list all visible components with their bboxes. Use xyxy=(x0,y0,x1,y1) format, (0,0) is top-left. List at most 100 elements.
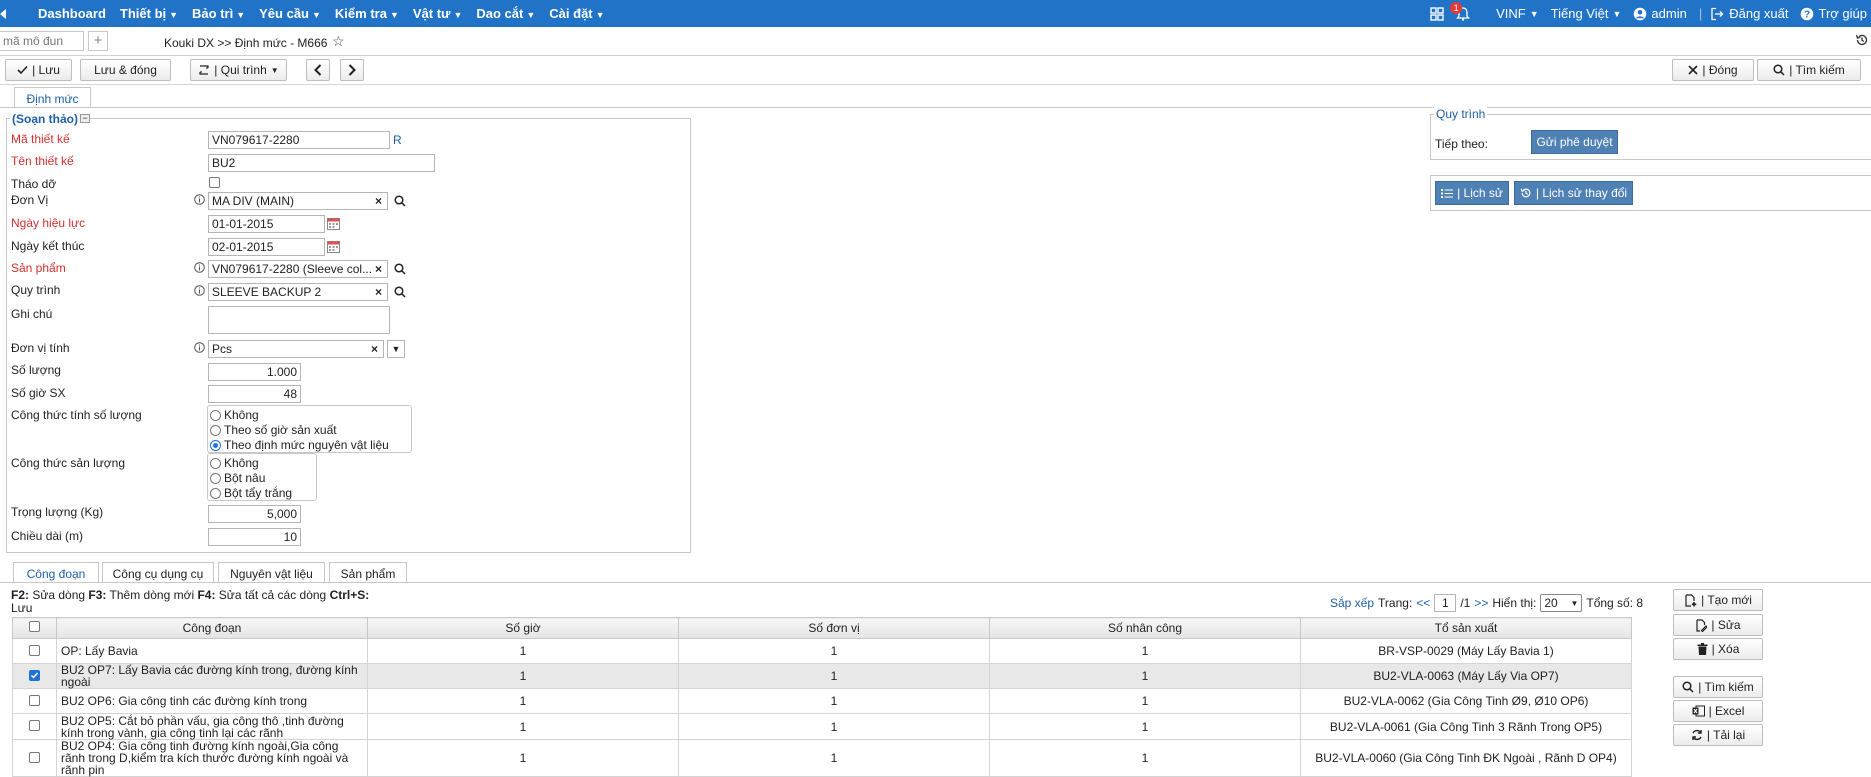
home-icon[interactable] xyxy=(0,0,8,27)
trong-luong-input[interactable]: 5,000 xyxy=(208,505,301,523)
clear-icon[interactable]: × xyxy=(371,342,378,356)
recent-history-icon[interactable] xyxy=(1855,33,1869,47)
logout-link[interactable]: Đăng xuất xyxy=(1710,6,1788,21)
dropdown-toggle-icon[interactable]: ▼ xyxy=(387,340,405,358)
save-button[interactable]: | Lưu xyxy=(5,59,72,81)
radio-button[interactable] xyxy=(210,472,221,484)
clear-icon[interactable]: × xyxy=(375,285,382,299)
table-row[interactable]: BU2 OP5: Cắt bỏ phần vấu, gia công thô ,… xyxy=(12,713,1632,740)
radio-button[interactable] xyxy=(210,409,221,421)
clear-icon[interactable]: × xyxy=(375,194,382,208)
search-button[interactable]: | Tìm kiếm xyxy=(1757,59,1861,81)
thao-do-checkbox[interactable] xyxy=(209,177,220,188)
column-header-to-san-xuat[interactable]: Tổ sản xuất xyxy=(1300,617,1632,639)
help-link[interactable]: ? Trợ giúp xyxy=(1800,6,1867,21)
ghi-chu-textarea[interactable] xyxy=(208,306,390,334)
nav-vat-tu[interactable]: Vật tư ▼ xyxy=(413,6,463,21)
prev-page-link[interactable]: << xyxy=(1416,596,1430,610)
change-history-button[interactable]: | Lịch sử thay đổi xyxy=(1514,181,1633,205)
next-page-link[interactable]: >> xyxy=(1474,596,1488,610)
favorite-star-icon[interactable]: ☆ xyxy=(332,33,345,50)
table-row[interactable]: BU2 OP7: Lấy Bavia các đường kính trong,… xyxy=(12,663,1632,689)
nav-cai-dat[interactable]: Cài đặt ▼ xyxy=(549,6,604,21)
so-luong-input[interactable]: 1.000 xyxy=(208,363,301,381)
nav-dashboard[interactable]: Dashboard xyxy=(38,6,106,21)
ten-thiet-ke-input[interactable]: BU2 xyxy=(208,154,435,172)
ma-thiet-ke-input[interactable]: VN079617-2280 xyxy=(208,131,390,149)
clear-icon[interactable]: × xyxy=(375,262,382,276)
edit-row-button[interactable]: | Sửa xyxy=(1673,614,1763,636)
collapse-toggle[interactable]: − xyxy=(80,114,90,123)
row-checkbox[interactable] xyxy=(29,669,40,681)
san-pham-input[interactable]: VN079617-2280 (Sleeve col... xyxy=(208,260,388,278)
radio-san-luong-bot-tay-trang[interactable]: Bột tẩy trắng xyxy=(210,486,292,500)
radio-button[interactable] xyxy=(210,424,221,436)
tab-nguyen-vat-lieu[interactable]: Nguyên vật liệu xyxy=(218,562,325,582)
so-gio-sx-input[interactable]: 48 xyxy=(208,385,301,403)
calendar-icon[interactable] xyxy=(327,217,340,230)
select-all-checkbox[interactable] xyxy=(29,621,40,632)
page-size-select[interactable]: 20 ▼ xyxy=(1540,594,1583,612)
row-checkbox[interactable] xyxy=(29,720,40,731)
page-number-input[interactable]: 1 xyxy=(1434,594,1457,612)
nav-yeu-cau[interactable]: Yêu cầu ▼ xyxy=(259,6,321,21)
row-checkbox[interactable] xyxy=(29,751,40,763)
add-tab-button[interactable]: + xyxy=(88,31,108,51)
radio-button[interactable] xyxy=(210,439,221,451)
nav-thiet-bi[interactable]: Thiết bị ▼ xyxy=(120,6,178,21)
table-row[interactable]: OP: Lấy Bavia 1 1 1 BR-VSP-0029 (Máy Lấy… xyxy=(12,638,1632,664)
row-checkbox[interactable] xyxy=(29,694,40,706)
radio-so-luong-theo-dinh-muc[interactable]: Theo định mức nguyên vật liệu xyxy=(210,438,389,452)
calendar-icon[interactable] xyxy=(327,240,340,253)
don-vi-input[interactable]: MA DIV (MAIN) xyxy=(208,192,388,210)
quy-trinh-input[interactable]: SLEEVE BACKUP 2 xyxy=(208,283,388,301)
close-button[interactable]: | Đóng xyxy=(1672,59,1754,81)
apps-grid-icon[interactable] xyxy=(1430,6,1444,21)
search-icon[interactable] xyxy=(394,195,406,207)
column-header-so-don-vi[interactable]: Số đơn vị xyxy=(678,617,990,639)
workflow-button[interactable]: | Qui trình ▼ xyxy=(190,59,287,81)
nav-bao-tri[interactable]: Bảo trì ▼ xyxy=(192,6,245,21)
radio-san-luong-khong[interactable]: Không xyxy=(210,456,259,470)
radio-san-luong-bot-nau[interactable]: Bột nâu xyxy=(210,471,265,485)
tab-cong-cu-dung-cu[interactable]: Công cụ dụng cụ xyxy=(102,562,214,582)
grid-search-button[interactable]: | Tìm kiếm xyxy=(1673,676,1763,698)
radio-so-luong-khong[interactable]: Không xyxy=(210,408,259,422)
tab-cong-doan[interactable]: Công đoạn xyxy=(13,562,99,582)
radio-so-luong-theo-gio[interactable]: Theo số giờ sản xuất xyxy=(210,423,337,437)
more-options-icon[interactable]: ⋮ xyxy=(1865,61,1871,75)
org-selector[interactable]: VINF ▼ xyxy=(1496,6,1539,21)
column-header-so-nhan-cong[interactable]: Số nhân công xyxy=(989,617,1301,639)
chieu-dai-input[interactable]: 10 xyxy=(208,528,301,546)
previous-record-button[interactable] xyxy=(306,59,330,81)
tab-dinh-muc[interactable]: Định mức xyxy=(14,87,91,107)
ngay-ket-thuc-input[interactable]: 02-01-2015 xyxy=(208,238,325,256)
tab-san-pham[interactable]: Sản phẩm xyxy=(329,562,407,582)
radio-button[interactable] xyxy=(210,457,221,469)
table-row[interactable]: BU2 OP6: Gia công tinh các đường kính tr… xyxy=(12,688,1632,714)
search-icon[interactable] xyxy=(394,286,406,298)
radio-button[interactable] xyxy=(210,487,221,499)
reload-button[interactable]: | Tải lại xyxy=(1673,724,1763,746)
create-row-button[interactable]: | Tạo mới xyxy=(1673,589,1763,611)
next-record-button[interactable] xyxy=(340,59,364,81)
search-icon[interactable] xyxy=(394,263,406,275)
user-menu[interactable]: admin xyxy=(1633,6,1687,21)
nav-dao-cat[interactable]: Dao cắt ▼ xyxy=(476,6,535,21)
language-selector[interactable]: Tiếng Việt ▼ xyxy=(1551,6,1622,21)
ngay-hieu-luc-input[interactable]: 01-01-2015 xyxy=(208,215,325,233)
save-close-button[interactable]: Lưu & đóng xyxy=(80,59,171,81)
sort-link[interactable]: Sắp xếp xyxy=(1330,596,1374,610)
export-excel-button[interactable]: | Excel xyxy=(1673,700,1763,722)
delete-row-button[interactable]: | Xóa xyxy=(1673,638,1763,660)
revision-link[interactable]: R xyxy=(393,133,402,147)
notification-bell[interactable]: 1 xyxy=(1450,1,1470,21)
don-vi-tinh-input[interactable]: Pcs xyxy=(208,340,384,358)
history-button[interactable]: | Lịch sử xyxy=(1435,181,1509,205)
nav-kiem-tra[interactable]: Kiểm tra ▼ xyxy=(335,6,399,21)
module-code-input[interactable] xyxy=(0,31,84,51)
submit-approval-button[interactable]: Gửi phê duyệt xyxy=(1531,130,1618,154)
row-checkbox[interactable] xyxy=(29,644,40,656)
column-header-so-gio[interactable]: Số giờ xyxy=(367,617,679,639)
column-header-cong-doan[interactable]: Công đoạn xyxy=(56,617,368,639)
